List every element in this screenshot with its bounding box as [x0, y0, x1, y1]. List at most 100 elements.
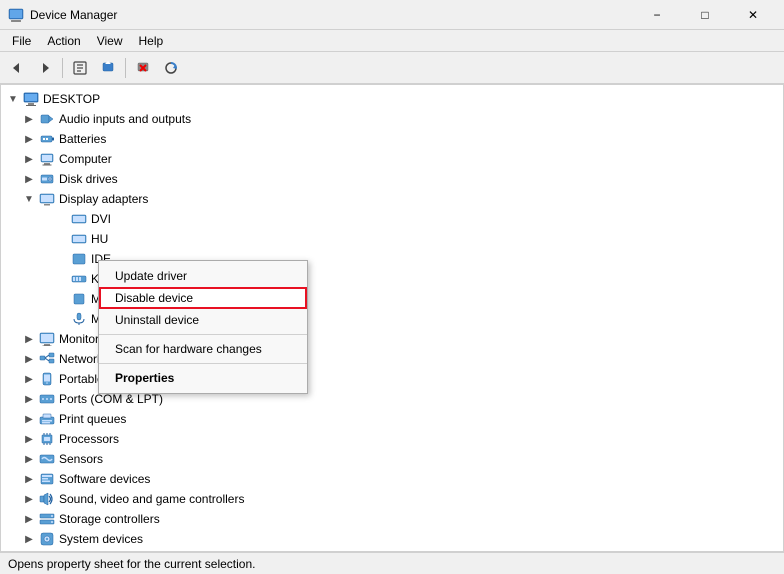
sound-toggle[interactable]: ▶	[21, 491, 37, 507]
tree-item-dvi[interactable]: ▶ DVI	[1, 209, 783, 229]
storage-toggle[interactable]: ▶	[21, 511, 37, 527]
ctx-update-driver[interactable]: Update driver	[99, 265, 307, 287]
toolbar-sep-2	[125, 58, 126, 78]
tree-item-sound[interactable]: ▶ Sound, video and game controllers	[1, 489, 783, 509]
tree-item-printqueues[interactable]: ▶ Print queues	[1, 409, 783, 429]
ctx-properties[interactable]: Properties	[99, 367, 307, 389]
audio-toggle[interactable]: ▶	[21, 111, 37, 127]
audio-icon	[39, 111, 55, 127]
computer-icon2	[39, 151, 55, 167]
processors-icon	[39, 431, 55, 447]
usb-toggle[interactable]: ▶	[21, 551, 37, 552]
root-label: DESKTOP	[43, 92, 100, 106]
root-toggle[interactable]: ▼	[5, 91, 21, 107]
monitors-icon	[39, 331, 55, 347]
me-icon	[71, 291, 87, 307]
mic-icon	[71, 311, 87, 327]
storage-icon	[39, 511, 55, 527]
tree-root[interactable]: ▼ DESKTOP	[1, 89, 783, 109]
update-driver-button[interactable]	[95, 55, 121, 81]
batteries-toggle[interactable]: ▶	[21, 131, 37, 147]
status-bar: Opens property sheet for the current sel…	[0, 552, 784, 574]
window-controls: − □ ✕	[634, 0, 776, 30]
tree-item-software[interactable]: ▶ Software devices	[1, 469, 783, 489]
displayadapters-toggle[interactable]: ▼	[21, 191, 37, 207]
tree-item-hu[interactable]: ▶ HU	[1, 229, 783, 249]
portable-toggle[interactable]: ▶	[21, 371, 37, 387]
key-icon	[71, 271, 87, 287]
sound-icon	[39, 491, 55, 507]
diskdrives-label: Disk drives	[59, 172, 118, 186]
menu-action[interactable]: Action	[39, 32, 88, 50]
scan-button[interactable]	[158, 55, 184, 81]
printqueues-toggle[interactable]: ▶	[21, 411, 37, 427]
tree-item-computer[interactable]: ▶ Computer	[1, 149, 783, 169]
tree-item-storage[interactable]: ▶ Storage controllers	[1, 509, 783, 529]
batteries-icon	[39, 131, 55, 147]
ctx-uninstall-device[interactable]: Uninstall device	[99, 309, 307, 331]
computer-label: Computer	[59, 152, 112, 166]
portable-icon	[39, 371, 55, 387]
back-button[interactable]	[4, 55, 30, 81]
sensors-icon	[39, 451, 55, 467]
displayadapters-label: Display adapters	[59, 192, 148, 206]
ports-toggle[interactable]: ▶	[21, 391, 37, 407]
diskdrives-toggle[interactable]: ▶	[21, 171, 37, 187]
tree-item-displayadapters[interactable]: ▼ Display adapters	[1, 189, 783, 209]
diskdrives-icon	[39, 171, 55, 187]
forward-button[interactable]	[32, 55, 58, 81]
context-menu: Update driver Disable device Uninstall d…	[98, 260, 308, 394]
tree-item-audio[interactable]: ▶ Audio inputs and outputs	[1, 109, 783, 129]
ctx-separator-2	[99, 363, 307, 364]
close-button[interactable]: ✕	[730, 0, 776, 30]
menu-bar: File Action View Help	[0, 30, 784, 52]
uninstall-button[interactable]	[130, 55, 156, 81]
tree-item-processors[interactable]: ▶ Processors	[1, 429, 783, 449]
monitors-toggle[interactable]: ▶	[21, 331, 37, 347]
computer-toggle[interactable]: ▶	[21, 151, 37, 167]
minimize-button[interactable]: −	[634, 0, 680, 30]
printqueues-label: Print queues	[59, 412, 126, 426]
dvi-label: DVI	[91, 212, 111, 226]
ctx-disable-device[interactable]: Disable device	[99, 287, 307, 309]
batteries-label: Batteries	[59, 132, 106, 146]
sensors-label: Sensors	[59, 452, 103, 466]
hu-icon	[71, 231, 87, 247]
storage-label: Storage controllers	[59, 512, 160, 526]
system-toggle[interactable]: ▶	[21, 531, 37, 547]
sensors-toggle[interactable]: ▶	[21, 451, 37, 467]
computer-icon	[23, 91, 39, 107]
menu-file[interactable]: File	[4, 32, 39, 50]
tree-item-batteries[interactable]: ▶ Batteries	[1, 129, 783, 149]
sound-label: Sound, video and game controllers	[59, 492, 244, 506]
dvi-icon	[71, 211, 87, 227]
tree-item-system[interactable]: ▶ System devices	[1, 529, 783, 549]
tree-item-sensors[interactable]: ▶ Sensors	[1, 449, 783, 469]
menu-view[interactable]: View	[89, 32, 131, 50]
audio-label: Audio inputs and outputs	[59, 112, 191, 126]
software-label: Software devices	[59, 472, 150, 486]
ports-icon	[39, 391, 55, 407]
software-icon	[39, 471, 55, 487]
hu-label: HU	[91, 232, 108, 246]
system-icon	[39, 531, 55, 547]
processors-toggle[interactable]: ▶	[21, 431, 37, 447]
app-icon	[8, 7, 24, 23]
maximize-button[interactable]: □	[682, 0, 728, 30]
ctx-separator	[99, 334, 307, 335]
window-title: Device Manager	[30, 8, 634, 22]
processors-label: Processors	[59, 432, 119, 446]
device-tree[interactable]: ▼ DESKTOP ▶ Audio inputs and outputs	[0, 84, 784, 552]
displayadapters-icon	[39, 191, 55, 207]
network-toggle[interactable]: ▶	[21, 351, 37, 367]
toolbar-sep-1	[62, 58, 63, 78]
menu-help[interactable]: Help	[131, 32, 172, 50]
tree-item-usb[interactable]: ▶ Universal Serial Bus controllers	[1, 549, 783, 552]
ctx-scan-hardware[interactable]: Scan for hardware changes	[99, 338, 307, 360]
system-label: System devices	[59, 532, 143, 546]
tree-item-diskdrives[interactable]: ▶ Disk drives	[1, 169, 783, 189]
properties-button[interactable]	[67, 55, 93, 81]
software-toggle[interactable]: ▶	[21, 471, 37, 487]
network-icon	[39, 351, 55, 367]
main-area: ▼ DESKTOP ▶ Audio inputs and outputs	[0, 84, 784, 552]
